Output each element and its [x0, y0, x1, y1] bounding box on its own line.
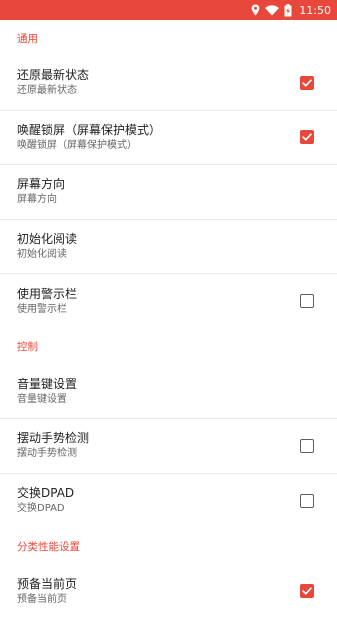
checkmark-icon	[301, 78, 313, 87]
checkbox-checked[interactable]	[300, 584, 314, 599]
section-header: 通用	[17, 32, 38, 45]
preference-row[interactable]: 唤醒锁屏（屏幕保护模式） 唤醒锁屏（屏幕保护模式）	[0, 111, 337, 165]
checkmark-icon	[301, 587, 313, 596]
checkbox-unchecked[interactable]	[300, 438, 314, 453]
preference-summary: 音量键设置	[17, 393, 67, 405]
preference-summary: 唤醒锁屏（屏幕保护模式）	[17, 139, 137, 151]
checkbox-unchecked[interactable]	[300, 294, 314, 309]
preference-summary: 还原最新状态	[17, 85, 77, 97]
preference-row[interactable]: 预备当前页 预备当前页	[0, 564, 337, 619]
battery-icon	[284, 3, 292, 17]
preference-summary: 交换DPAD	[17, 503, 65, 515]
preference-title: 交换DPAD	[17, 486, 75, 501]
preference-title: 使用警示栏	[17, 286, 78, 301]
status-bar: 11:50	[0, 0, 337, 20]
location-icon	[251, 4, 260, 16]
preference-summary: 使用警示栏	[17, 303, 67, 315]
preference-row[interactable]: 初始化阅读 初始化阅读	[0, 220, 337, 274]
section-header: 控制	[17, 341, 38, 353]
status-time: 11:50	[299, 3, 331, 17]
preference-row[interactable]: 摆动手势检测 摆动手势检测	[0, 419, 337, 474]
preference-title: 屏幕方向	[17, 177, 66, 192]
section-header: 分类性能设置	[17, 540, 80, 553]
preference-row[interactable]: 屏幕方向 屏幕方向	[0, 165, 337, 220]
checkbox-unchecked[interactable]	[300, 493, 314, 508]
wifi-icon	[265, 4, 280, 16]
preference-row[interactable]: 音量键设置 音量键设置	[0, 365, 337, 419]
preference-title: 预备当前页	[17, 576, 78, 591]
preference-title: 摆动手势检测	[17, 431, 90, 446]
preference-title: 初始化阅读	[17, 231, 78, 246]
preference-title: 唤醒锁屏（屏幕保护模式）	[17, 122, 162, 137]
preference-row[interactable]: 交换DPAD 交换DPAD	[0, 474, 337, 529]
checkbox-checked[interactable]	[300, 75, 314, 90]
preference-summary: 摆动手势检测	[17, 448, 77, 460]
checkbox-checked[interactable]	[300, 130, 314, 145]
preference-title: 音量键设置	[17, 376, 78, 391]
preference-row[interactable]: 使用警示栏 使用警示栏	[0, 274, 337, 329]
settings-list: 通用 还原最新状态 还原最新状态 唤醒锁屏（屏幕保护模式） 唤醒锁屏（屏幕保护模式） 屏幕…	[0, 20, 337, 619]
preference-row[interactable]: 还原最新状态 还原最新状态	[0, 56, 337, 111]
preference-title: 还原最新状态	[17, 68, 90, 83]
preference-summary: 屏幕方向	[17, 194, 57, 206]
status-icons: 11:50	[251, 0, 331, 20]
preference-summary: 初始化阅读	[17, 248, 67, 260]
checkmark-icon	[301, 133, 313, 142]
